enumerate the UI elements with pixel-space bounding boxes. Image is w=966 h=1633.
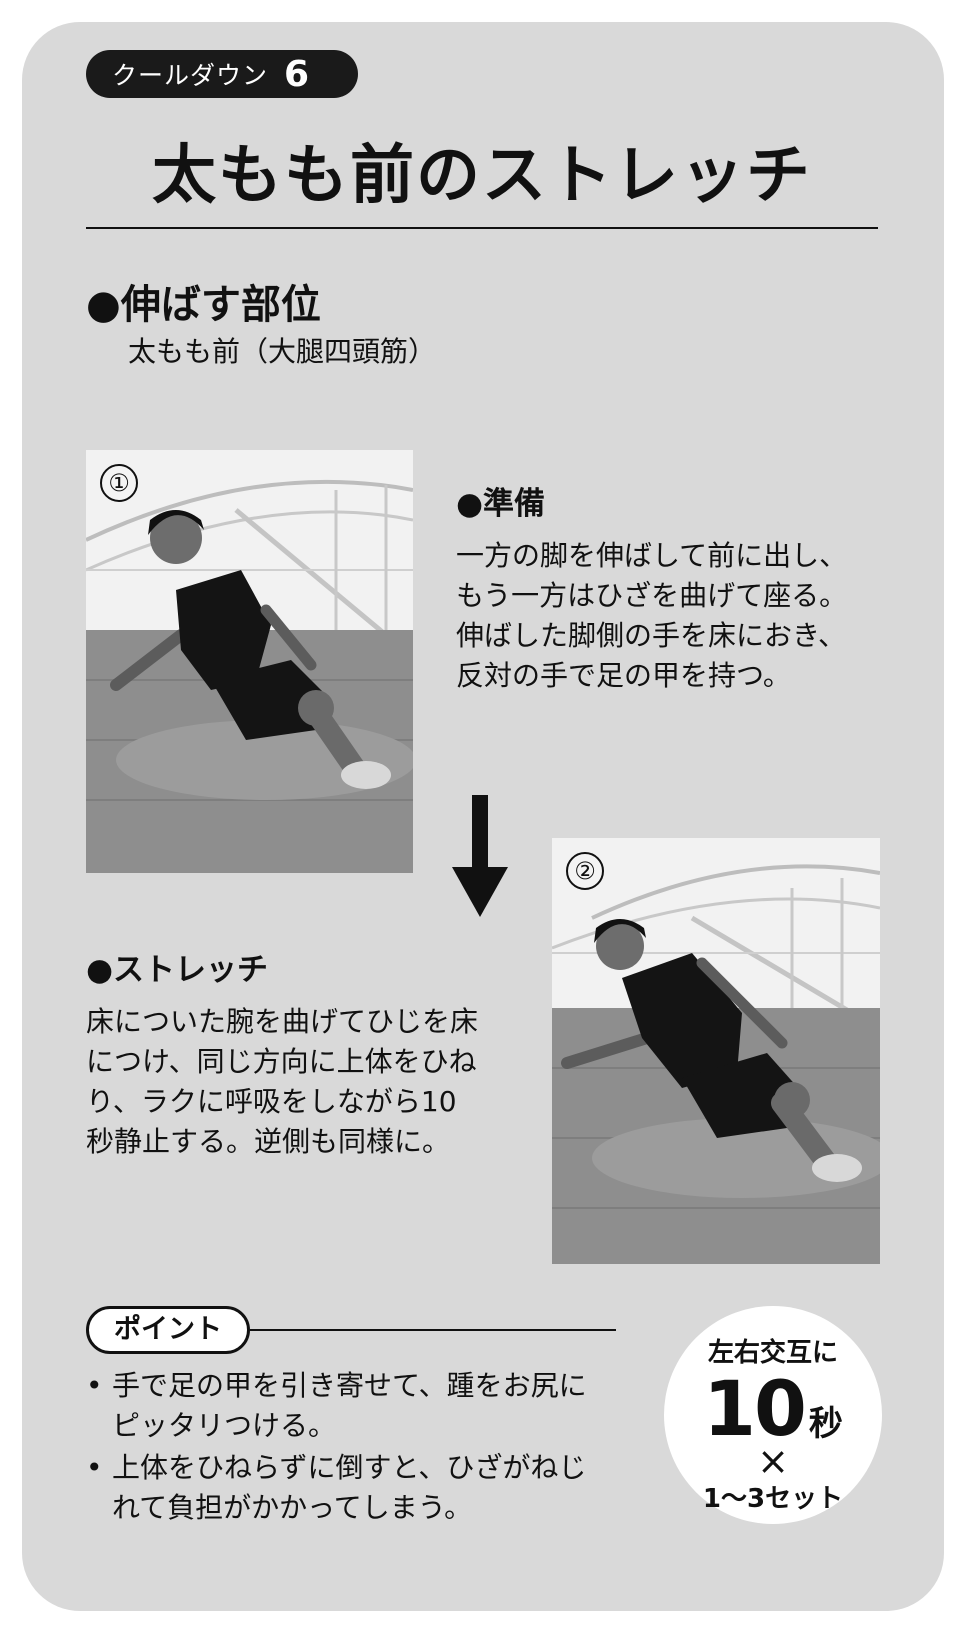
point-label: ポイント [86,1306,250,1354]
point-list: • 手で足の甲を引き寄せて、踵をお尻に ピッタリつける。 • 上体をひねらずに倒… [86,1366,646,1530]
list-item: • 上体をひねらずに倒すと、ひざがねじ れて負担がかかってしまう。 [86,1451,587,1524]
reps-badge: 左右交互に 10 秒 × 1〜3セット [664,1306,882,1524]
target-muscle: 太もも前（大腿四頭筋） [128,335,437,368]
down-arrow-icon [452,795,508,917]
step-number-1: ① [100,464,138,502]
person-sitting-photo: ① [86,450,413,873]
step-number-2: ② [566,852,604,890]
times-symbol: × [757,1439,789,1483]
page-title: 太もも前のストレッチ [152,139,812,213]
step-1-text: 一方の脚を伸ばして前に出し、 もう一方はひざを曲げて座る。 伸ばした脚側の手を床… [456,539,848,692]
step-2-heading: ●ストレッチ [86,952,269,988]
person-stretching-photo: ② [552,838,880,1264]
point-divider [250,1329,616,1331]
target-heading: ●伸ばす部位 [86,282,321,328]
step-1-heading: ●準備 [456,486,546,522]
section-badge: クールダウン 6 [86,50,358,98]
badge-label: クールダウン [112,61,269,90]
step-2-text: 床についた腕を曲げてひじを床 につけ、同じ方向に上体をひね り、ラクに呼吸をしな… [86,1005,479,1158]
list-item: • 手で足の甲を引き寄せて、踵をお尻に ピッタリつける。 [86,1369,587,1442]
title-divider [86,227,878,229]
reps-sets: 1〜3セット [702,1484,844,1514]
badge-number: 6 [284,53,310,95]
